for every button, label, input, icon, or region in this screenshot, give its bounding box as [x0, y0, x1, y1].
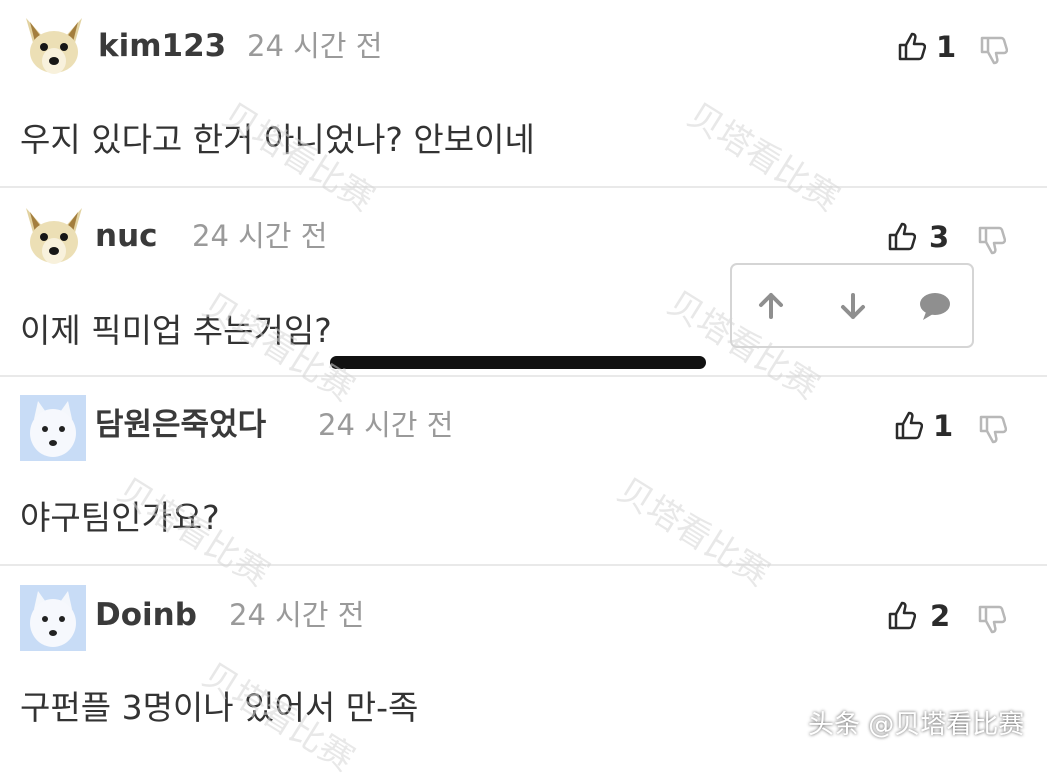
thumbs-up-icon[interactable] [898, 32, 926, 62]
like-count: 1 [933, 409, 954, 443]
white-dog-avatar[interactable] [20, 585, 86, 651]
thumbs-up-icon[interactable] [888, 601, 916, 631]
thumbs-down-icon[interactable] [978, 604, 1006, 634]
scrollbar[interactable] [330, 356, 706, 369]
thumbs-down-icon[interactable] [980, 35, 1008, 65]
timestamp: 24 시간 전 [247, 29, 383, 63]
username[interactable]: 담원은죽었다 [95, 410, 266, 441]
thumbs-up-icon[interactable] [895, 411, 923, 441]
white-dog-avatar[interactable] [20, 395, 86, 461]
username[interactable]: Doinb [95, 600, 197, 631]
fox-avatar[interactable] [20, 14, 88, 82]
like-count: 1 [936, 30, 957, 64]
comment-text: 구펀플 3명이나 있어서 만-족 [20, 688, 419, 727]
comment-text: 야구팀인가요? [20, 498, 220, 537]
comment-text: 이제 픽미업 추는거임? [20, 311, 332, 350]
footer-watermark: 头条 @贝塔看比赛 [808, 710, 1025, 740]
thumbs-up-icon[interactable] [888, 222, 916, 252]
like-count: 3 [929, 220, 950, 254]
like-count: 2 [930, 599, 951, 633]
watermark: 贝塔看比赛 [680, 95, 846, 220]
comment-text: 우지 있다고 한거 아니었나? 안보이네 [20, 120, 535, 159]
username[interactable]: kim123 [98, 31, 226, 62]
timestamp: 24 시간 전 [229, 598, 365, 632]
thumbs-down-icon[interactable] [978, 225, 1006, 255]
divider [0, 564, 1047, 566]
arrow-up-icon[interactable] [754, 289, 788, 323]
comment-action-popup [730, 263, 974, 348]
thumbs-down-icon[interactable] [979, 414, 1007, 444]
comment-bubble-icon[interactable] [918, 289, 952, 323]
timestamp: 24 시간 전 [318, 408, 454, 442]
timestamp: 24 시간 전 [192, 219, 328, 253]
divider [0, 375, 1047, 377]
username[interactable]: nuc [95, 221, 158, 252]
divider [0, 186, 1047, 188]
watermark: 贝塔看比赛 [610, 470, 776, 595]
fox-avatar[interactable] [20, 204, 88, 272]
arrow-down-icon[interactable] [836, 289, 870, 323]
